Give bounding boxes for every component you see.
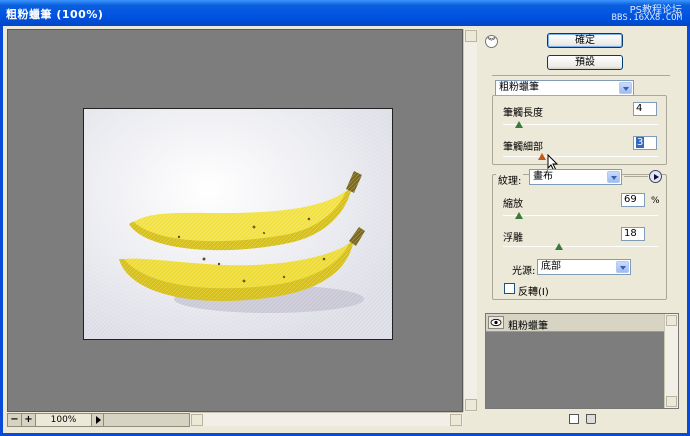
texture-select[interactable]: 畫布 <box>529 169 622 185</box>
new-effect-layer-icon[interactable] <box>569 414 579 424</box>
window-title: 粗粉蠟筆 (100%) <box>6 8 104 21</box>
preview-image <box>83 108 393 340</box>
collapse-chevron-icon[interactable]: ︾ <box>485 35 498 48</box>
invert-label: 反轉(I) <box>518 287 549 298</box>
stroke-length-label: 筆觸長度 <box>503 108 543 119</box>
preview-horizontal-scrollbar[interactable] <box>190 412 463 426</box>
scaling-input[interactable]: 69 <box>621 193 645 207</box>
scaling-slider[interactable] <box>503 215 658 216</box>
filter-select[interactable]: 粗粉蠟筆 <box>495 80 634 96</box>
scroll-down-arrow-icon[interactable] <box>666 396 677 407</box>
texture-label: 紋理: <box>496 172 524 187</box>
relief-slider-thumb[interactable] <box>554 243 563 250</box>
light-select[interactable]: 底部 <box>537 259 631 275</box>
default-button[interactable]: 預設 <box>547 55 623 70</box>
divider <box>624 176 648 177</box>
relief-label: 浮雕 <box>503 233 523 244</box>
stroke-length-slider-thumb[interactable] <box>514 121 523 128</box>
invert-checkbox[interactable] <box>504 283 515 294</box>
light-select-value: 底部 <box>541 261 561 272</box>
ok-button[interactable]: 確定 <box>547 33 623 48</box>
chevron-down-icon <box>619 82 632 94</box>
scaling-slider-thumb[interactable] <box>514 212 523 219</box>
scroll-left-arrow-icon[interactable] <box>191 414 203 426</box>
scroll-down-arrow-icon[interactable] <box>465 399 477 411</box>
effect-layer-name: 粗粉蠟筆 <box>508 321 548 332</box>
scroll-up-arrow-icon[interactable] <box>465 30 477 42</box>
stroke-detail-input[interactable]: 3 <box>633 136 657 150</box>
effect-layers-panel: 粗粉蠟筆 <box>485 313 679 409</box>
scroll-up-arrow-icon[interactable] <box>666 315 677 326</box>
eye-icon[interactable] <box>488 316 504 329</box>
zoom-level: 100% <box>36 414 92 426</box>
light-label: 光源: <box>512 266 536 277</box>
relief-input[interactable]: 18 <box>621 227 645 241</box>
texture-select-value: 畫布 <box>533 171 553 182</box>
preview-pane[interactable] <box>7 29 463 412</box>
stroke-length-slider[interactable] <box>503 124 658 125</box>
zoom-menu-arrow-icon[interactable] <box>92 414 104 426</box>
zoom-bar: − + 100% <box>7 413 190 427</box>
texture-menu-arrow-icon[interactable] <box>649 170 662 183</box>
stroke-length-input[interactable]: 4 <box>633 102 657 116</box>
chevron-down-icon <box>607 171 620 183</box>
trash-icon[interactable] <box>586 414 596 424</box>
zoom-out-button[interactable]: − <box>8 414 22 426</box>
layers-scrollbar[interactable] <box>664 314 678 408</box>
preview-vertical-scrollbar[interactable] <box>463 29 477 412</box>
effect-layer-row[interactable]: 粗粉蠟筆 <box>486 314 664 332</box>
stroke-detail-label: 筆觸細部 <box>503 142 543 153</box>
divider <box>492 75 670 76</box>
zoom-in-button[interactable]: + <box>22 414 36 426</box>
title-bar: 粗粉蠟筆 (100%) PS教程论坛 BBS.16XX8.COM <box>0 0 690 26</box>
stroke-detail-slider-thumb[interactable] <box>537 153 546 160</box>
scaling-label: 縮放 <box>503 199 523 210</box>
scaling-unit: % <box>651 196 660 206</box>
relief-slider[interactable] <box>503 246 658 247</box>
scroll-right-arrow-icon[interactable] <box>450 414 462 426</box>
stroke-detail-slider[interactable] <box>503 156 658 157</box>
watermark-url: BBS.16XX8.COM <box>611 13 682 23</box>
chevron-down-icon <box>616 261 629 273</box>
filter-select-value: 粗粉蠟筆 <box>499 82 539 93</box>
